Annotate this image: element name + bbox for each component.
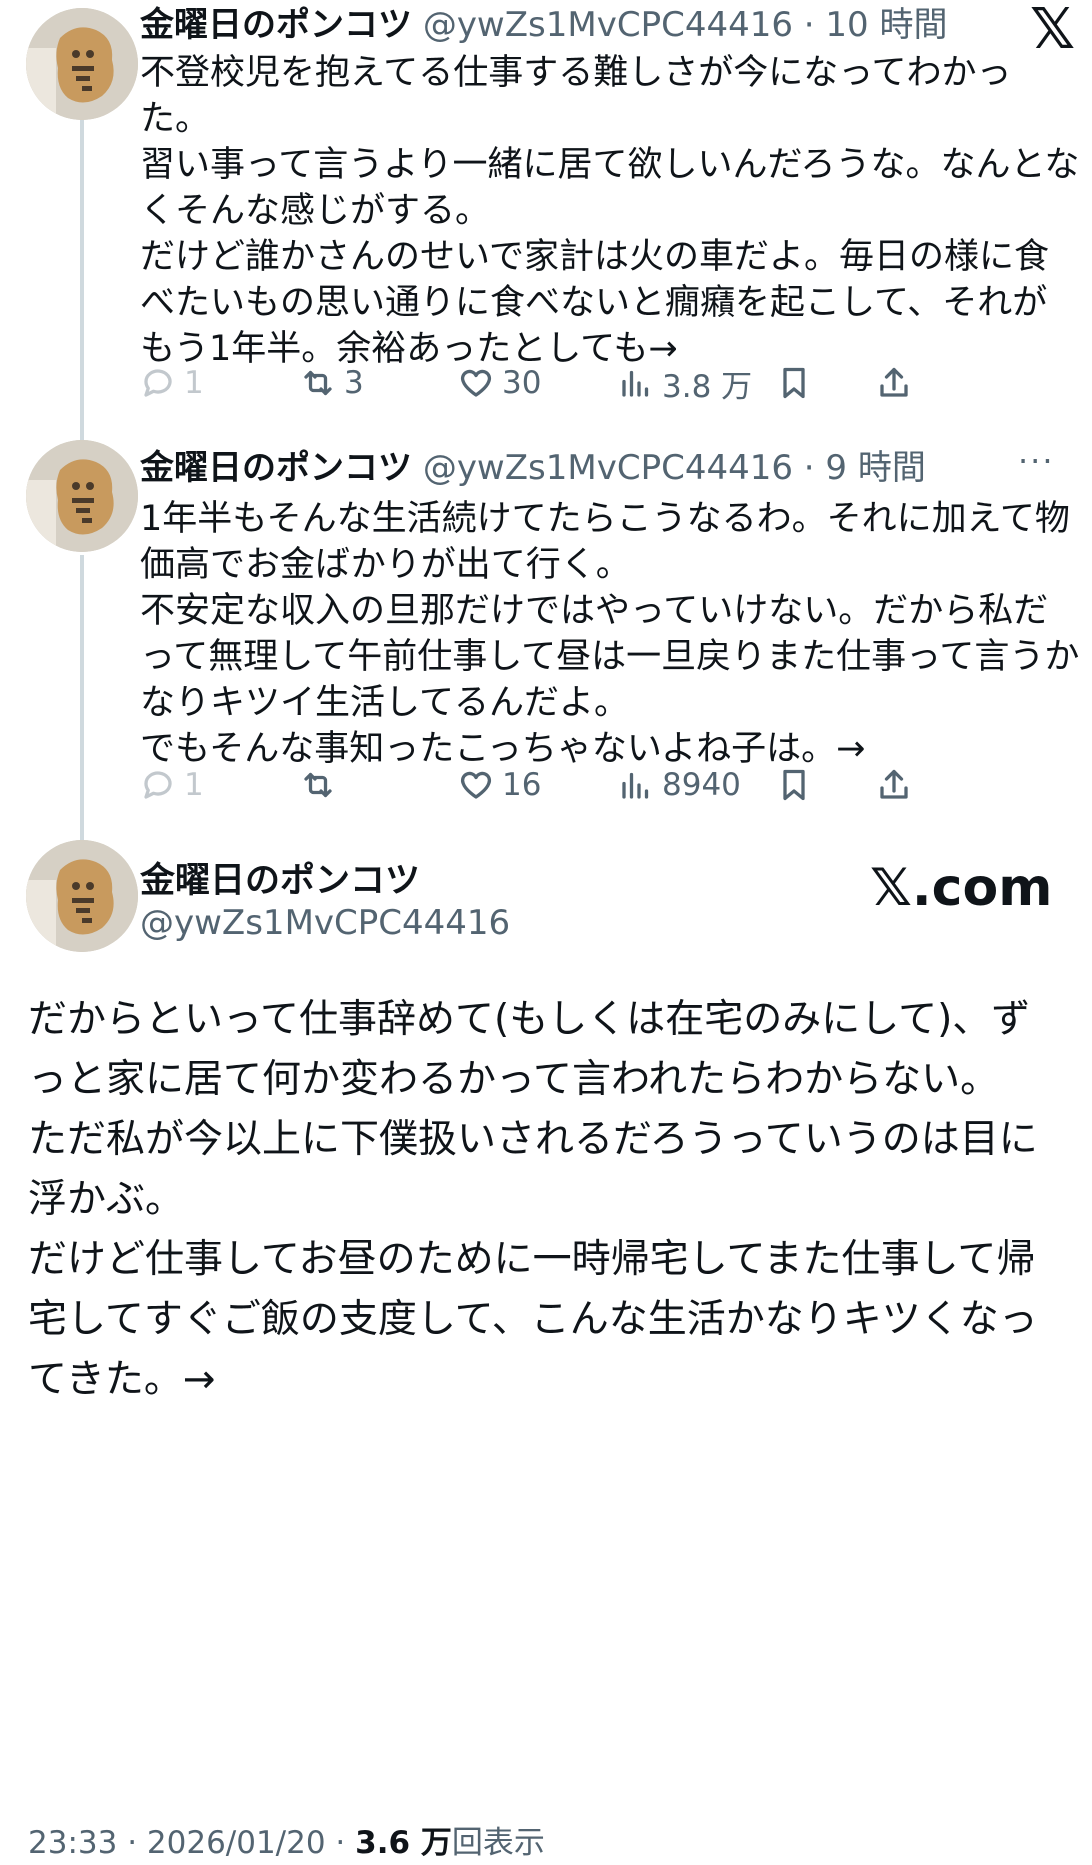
repost-icon xyxy=(304,370,332,396)
action-bar: 1 16 8940 xyxy=(140,760,1080,810)
author-name[interactable]: 金曜日のポンコツ xyxy=(140,448,412,488)
reply-icon xyxy=(144,771,172,799)
heart-icon xyxy=(460,369,492,397)
x-com-watermark: 𝕏.com xyxy=(870,858,1053,918)
repost-button[interactable]: 3 xyxy=(300,358,364,408)
like-button[interactable]: 16 xyxy=(458,760,541,810)
share-button[interactable] xyxy=(876,760,912,810)
like-count: 30 xyxy=(502,365,542,401)
like-count: 16 xyxy=(502,767,542,803)
bookmark-icon xyxy=(783,367,805,399)
thread-line xyxy=(80,555,84,845)
reply-button[interactable]: 1 xyxy=(140,358,204,408)
share-button[interactable] xyxy=(876,358,912,408)
post-view-label: 回表示 xyxy=(451,1825,545,1861)
avatar-image xyxy=(26,440,138,552)
tweet-text: 不登校児を抱えてる仕事する難しさが今になってわかった。 習い事って言うより一緒に… xyxy=(140,53,1080,369)
like-button[interactable]: 30 xyxy=(458,358,541,408)
post-meta: 23:33 · 2026/01/20 · 3.6 万回表示 xyxy=(28,1817,545,1862)
bookmark-icon xyxy=(783,769,805,801)
views-icon xyxy=(622,772,649,799)
author-handle[interactable]: @ywZs1MvCPC44416 xyxy=(423,5,793,45)
avatar-image xyxy=(26,8,138,120)
view-count: 8940 xyxy=(662,767,741,803)
share-icon xyxy=(880,367,908,397)
tweet-text: 1年半もそんな生活続けてたらこうなるわ。それに加えて物価高でお金ばかりが出て行く… xyxy=(140,499,1080,769)
author-name[interactable]: 金曜日のポンコツ xyxy=(140,852,420,903)
tweet-header: 金曜日のポンコツ @ywZs1MvCPC44416 · 10 時間 xyxy=(140,5,947,45)
post-timestamp[interactable]: 23:33 · 2026/01/20 · xyxy=(28,1825,355,1861)
more-options-icon[interactable]: ··· xyxy=(1018,442,1055,480)
author-handle[interactable]: @ywZs1MvCPC44416 xyxy=(140,903,510,943)
repost-count: 3 xyxy=(344,365,364,401)
reply-count: 1 xyxy=(184,365,204,401)
post-view-count: 3.6 万 xyxy=(355,1825,452,1861)
views-button[interactable]: 8940 xyxy=(618,760,741,810)
repost-icon xyxy=(304,772,332,798)
post-time[interactable]: · 10 時間 xyxy=(804,5,948,45)
tweet-header: 金曜日のポンコツ @ywZs1MvCPC44416 · 9 時間 xyxy=(140,448,926,488)
view-count: 3.8 万 xyxy=(662,368,753,405)
bookmark-button[interactable] xyxy=(776,760,812,810)
views-icon xyxy=(622,370,649,397)
author-name[interactable]: 金曜日のポンコツ xyxy=(140,5,412,45)
reply-button[interactable]: 1 xyxy=(140,760,204,810)
reply-icon xyxy=(144,369,172,397)
bookmark-button[interactable] xyxy=(776,358,812,408)
repost-button[interactable] xyxy=(300,760,344,810)
share-icon xyxy=(880,769,908,799)
author-handle[interactable]: @ywZs1MvCPC44416 xyxy=(423,448,793,488)
avatar[interactable] xyxy=(26,840,138,952)
views-button[interactable]: 3.8 万 xyxy=(618,358,752,408)
post-text: だからといって仕事辞めて(もしくは在宅のみにして)、ずっと家に居て何か変わるかっ… xyxy=(28,997,1038,1402)
post-time[interactable]: · 9 時間 xyxy=(804,448,926,488)
heart-icon xyxy=(460,771,492,799)
avatar-image xyxy=(26,840,138,952)
action-bar: 1 3 30 3.8 万 xyxy=(140,358,1080,408)
thread-line xyxy=(80,112,84,442)
reply-count: 1 xyxy=(184,767,204,803)
avatar[interactable] xyxy=(26,440,138,552)
avatar[interactable] xyxy=(26,8,138,120)
